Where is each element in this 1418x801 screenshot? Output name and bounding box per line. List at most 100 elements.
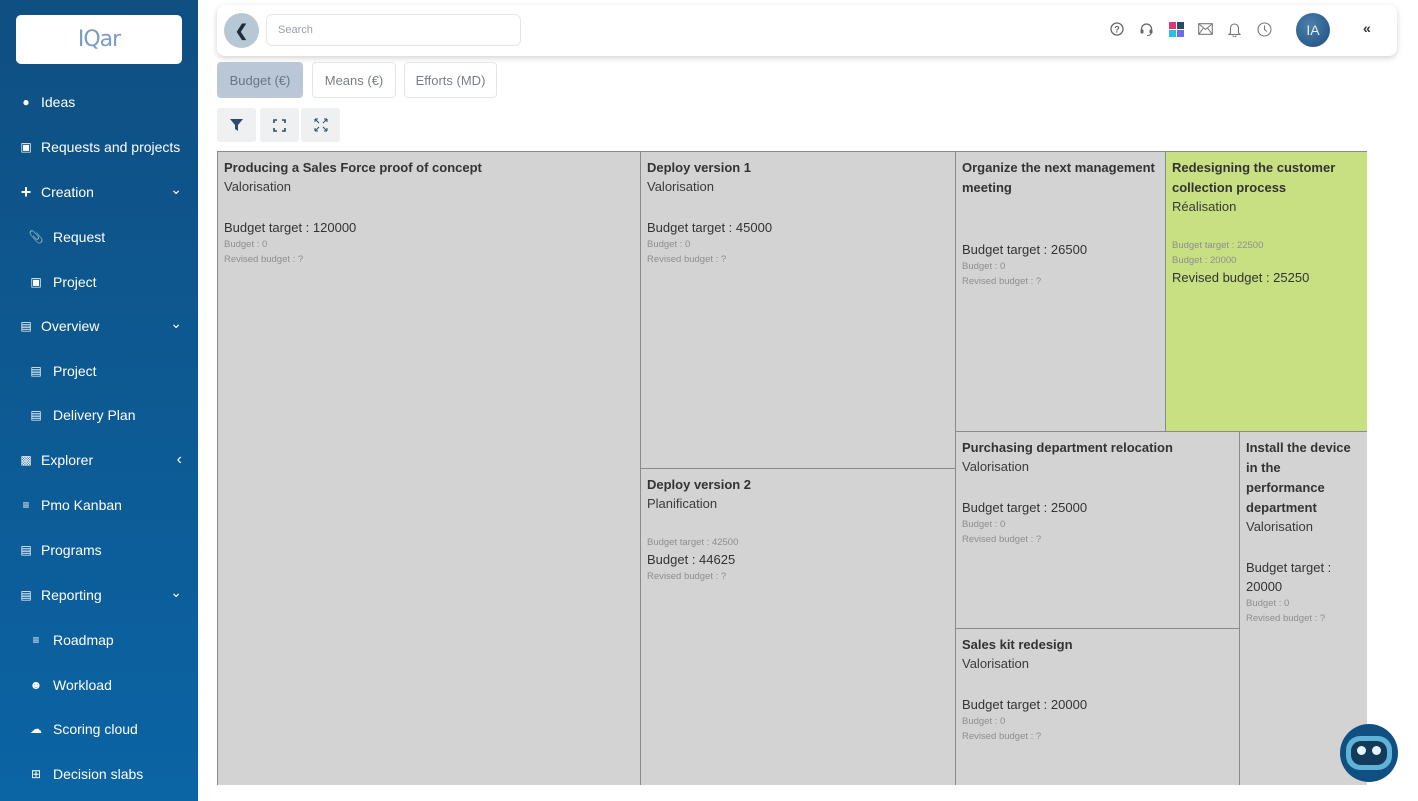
- tile-budget: Budget : 0: [647, 239, 691, 250]
- tile-budget-target: Budget target : 45000: [647, 220, 773, 235]
- svg-text:?: ?: [1114, 25, 1120, 35]
- checklist-icon: ≡: [22, 498, 30, 512]
- expand-button[interactable]: [301, 108, 340, 142]
- sidebar-item-label: Project: [53, 274, 97, 290]
- budget-treemap: Producing a Sales Force proof of concept…: [217, 151, 1367, 785]
- treemap-tile[interactable]: Producing a Sales Force proof of concept…: [217, 151, 640, 785]
- filter-icon: [230, 118, 243, 131]
- tile-title: Sales kit redesign: [962, 637, 1073, 652]
- tile-title: Purchasing department relocation: [962, 440, 1173, 455]
- tile-phase: Valorisation: [647, 179, 714, 194]
- tile-budget-target: Budget target : 120000: [224, 220, 357, 235]
- treemap-tile[interactable]: Organize the next management meeting Budg…: [955, 151, 1165, 431]
- sidebar-item-programs[interactable]: ▤ Programs: [0, 535, 198, 565]
- help-icon[interactable]: ?: [1108, 20, 1126, 38]
- tile-title: Producing a Sales Force proof of concept: [224, 160, 482, 175]
- briefcase-plus-icon: ▣: [30, 275, 42, 289]
- user-avatar[interactable]: IA: [1296, 13, 1330, 47]
- chevron-left-icon[interactable]: ‹: [177, 451, 182, 469]
- search-input[interactable]: [266, 14, 521, 46]
- sidebar-item-label: Programs: [41, 542, 102, 558]
- plus-icon: +: [20, 181, 32, 202]
- sidebar-item-overview[interactable]: ▤ Overview ⌄: [0, 311, 198, 341]
- clock-icon[interactable]: [1255, 20, 1273, 38]
- sidebar-item-project[interactable]: ▤ Project: [0, 356, 198, 386]
- bars-icon: ≡: [32, 633, 40, 647]
- filter-button[interactable]: [217, 108, 256, 142]
- sidebar-item-label: Pmo Kanban: [41, 497, 122, 513]
- tile-budget: Budget : 0: [962, 519, 1006, 530]
- expand-icon: [314, 118, 327, 132]
- sidebar-item-scoring-cloud[interactable]: ☁ Scoring cloud: [0, 714, 198, 744]
- tile-revised-budget: Revised budget : 25250: [1172, 270, 1310, 285]
- chevron-down-icon[interactable]: ⌄: [170, 584, 182, 601]
- treemap-tile[interactable]: Deploy version 1 Valorisation Budget targe…: [640, 151, 955, 468]
- sidebar-item-ideas[interactable]: ● Ideas: [0, 87, 198, 117]
- tile-budget-target: Budget target : 22500: [1172, 240, 1264, 251]
- briefcase-icon: ▣: [20, 140, 32, 154]
- tile-title: Deploy version 2: [647, 477, 752, 492]
- tab-efforts[interactable]: Efforts (MD): [404, 62, 497, 98]
- logo[interactable]: IQar: [16, 15, 182, 64]
- tile-budget-target: Budget target : 26500: [962, 242, 1088, 257]
- clipboard-icon: ▤: [30, 408, 42, 422]
- sidebar-item-label: Overview: [41, 318, 100, 334]
- paperclip-plus-icon: 📎: [28, 230, 44, 244]
- sidebar-item-label: Workload: [53, 677, 112, 693]
- sidebar-item-explorer[interactable]: ▩ Explorer ‹: [0, 445, 198, 475]
- sidebar-item-roadmap[interactable]: ≡ Roadmap: [0, 625, 198, 655]
- sidebar-item-label: Project: [53, 363, 97, 379]
- tile-budget: Budget : 0: [962, 716, 1006, 727]
- headset-icon[interactable]: [1137, 20, 1155, 38]
- chatbot-icon: [1346, 736, 1392, 770]
- tile-revised-budget: Revised budget : ?: [647, 254, 727, 265]
- tile-budget: Budget : 20000: [1172, 255, 1237, 266]
- sidebar-item-creation[interactable]: + Creation ⌄: [0, 177, 198, 207]
- bell-icon[interactable]: [1225, 20, 1243, 38]
- sidebar-item-label: Request: [53, 229, 106, 245]
- sidebar-item-reporting[interactable]: ▤ Reporting ⌄: [0, 580, 198, 610]
- sidebar-item-label: Scoring cloud: [53, 721, 138, 737]
- sidebar-item-label: Delivery Plan: [53, 407, 136, 423]
- treemap-tile[interactable]: Deploy version 2 Planification Budget targ…: [640, 468, 955, 785]
- sidebar-item-pmo-kanban[interactable]: ≡ Pmo Kanban: [0, 490, 198, 520]
- mail-icon[interactable]: [1196, 20, 1214, 38]
- sidebar-item-request[interactable]: 📎 Request: [0, 222, 198, 252]
- sidebar-item-workload[interactable]: ☻ Workload: [0, 670, 198, 700]
- treemap-tile[interactable]: Sales kit redesign Valorisation Budget tar…: [955, 628, 1239, 785]
- apps-grid-icon[interactable]: [1167, 20, 1185, 38]
- treemap-tile[interactable]: Redesigning the customer collection proc…: [1165, 151, 1367, 431]
- tab-means[interactable]: Means (€): [312, 62, 396, 98]
- table-icon: ⊞: [30, 767, 42, 781]
- fullscreen-button[interactable]: [260, 108, 299, 142]
- tile-budget: Budget : 44625: [647, 552, 736, 567]
- sidebar-item-decision-slabs[interactable]: ⊞ Decision slabs: [0, 759, 198, 789]
- sidebar-item-label: Requests and projects: [41, 139, 181, 155]
- sidebar-item-label: Explorer: [41, 452, 94, 468]
- sidebar-item-requests-and-projects[interactable]: ▣ Requests and projects: [0, 132, 198, 162]
- sidebar-item-label: Decision slabs: [53, 766, 144, 782]
- sidebar-item-delivery-plan[interactable]: ▤ Delivery Plan: [0, 400, 198, 430]
- collapse-icon[interactable]: «: [1363, 20, 1371, 36]
- tile-revised-budget: Revised budget : ?: [962, 276, 1042, 287]
- chevron-down-icon[interactable]: ⌄: [170, 315, 182, 332]
- fullscreen-icon: [273, 118, 286, 132]
- sidebar: IQar ● Ideas ▣ Requests and projects + Creati…: [0, 0, 198, 801]
- tile-budget-target: Budget target : 25000: [962, 500, 1088, 515]
- chatbot-button[interactable]: [1340, 724, 1398, 782]
- tile-budget-target: Budget target : 20000: [1246, 560, 1332, 594]
- chevron-down-icon[interactable]: ⌄: [170, 181, 182, 198]
- treemap-tile[interactable]: Purchasing department relocation Valorisa…: [955, 431, 1239, 628]
- clipboard-icon: ▤: [30, 364, 42, 378]
- tile-phase: Valorisation: [224, 179, 291, 194]
- tile-budget: Budget : 0: [1246, 598, 1290, 609]
- back-button[interactable]: ❮: [224, 13, 259, 48]
- tile-phase: Planification: [647, 496, 718, 511]
- users-cog-icon: ☻: [29, 678, 43, 692]
- tab-budget[interactable]: Budget (€): [217, 62, 303, 98]
- sidebar-item-project[interactable]: ▣ Project: [0, 267, 198, 297]
- tile-title: Organize the next management meeting: [962, 160, 1155, 195]
- tile-phase: Valorisation: [962, 459, 1029, 474]
- tile-phase: Réalisation: [1172, 199, 1237, 214]
- tile-revised-budget: Revised budget : ?: [1246, 613, 1326, 624]
